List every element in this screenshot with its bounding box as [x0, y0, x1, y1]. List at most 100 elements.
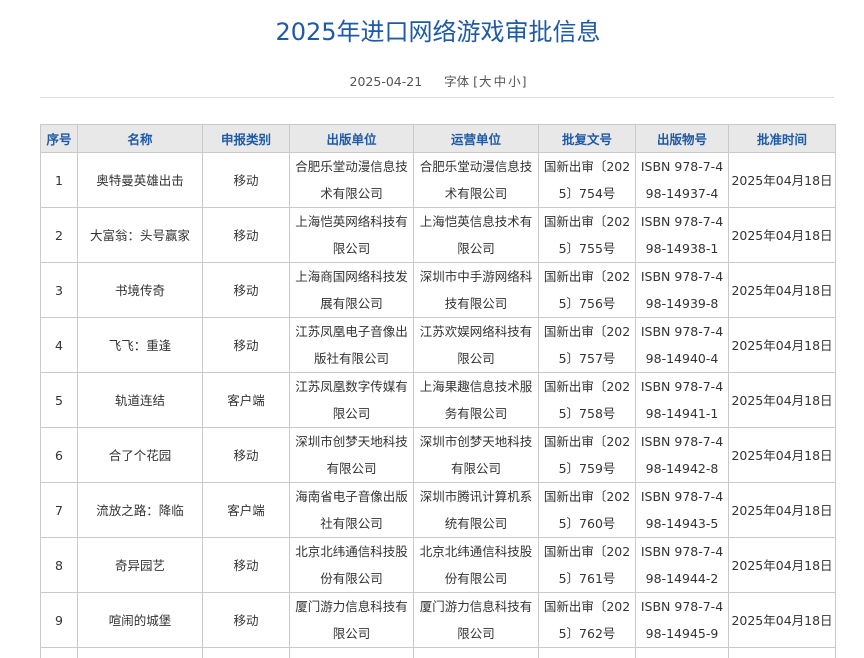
table-row: 6 合了个花园 移动 深圳市创梦天地科技有限公司 深圳市创梦天地科技有限公司 国… [40, 427, 836, 483]
cell-name: 合了个花园 [77, 427, 203, 483]
cell-name: 喧闹的城堡 [77, 592, 203, 648]
cell-approval-number: 国新出审〔2025〕754号 [538, 152, 636, 208]
cell-name: 轨道连结 [77, 372, 203, 428]
header-approval-number: 批复文号 [538, 124, 636, 153]
cell-isbn: ISBN 978-7-498-14937-4 [635, 152, 729, 208]
cell-operator: 深圳市创梦天地科技有限公司 [413, 427, 539, 483]
cell-publisher: 江苏凤凰电子音像出版社有限公司 [289, 317, 414, 373]
cell-approval-number: 国新出审〔2025〕755号 [538, 207, 636, 263]
cell-publisher: 合肥乐堂动漫信息技术有限公司 [289, 152, 414, 208]
cell-isbn: ISBN 978-7-498-14941-1 [635, 372, 729, 428]
header-isbn: 出版物号 [635, 124, 729, 153]
table-row: 4 飞飞：重逢 移动 江苏凤凰电子音像出版社有限公司 江苏欢娱网络科技有限公司 … [40, 317, 836, 373]
cell-publisher: 海南省电子音像出版社有限公司 [289, 482, 414, 538]
cell-approval-number: 国新出审〔2025〕757号 [538, 317, 636, 373]
cell-category: 移动 [202, 427, 290, 483]
cell-index: 7 [40, 482, 78, 538]
cell-approval-date: 2025年04月18日 [728, 372, 836, 428]
cell-index: 1 [40, 152, 78, 208]
cell-category: 移动 [202, 152, 290, 208]
cell-operator: 合肥乐堂动漫信息技术有限公司 [413, 152, 539, 208]
header-operator: 运营单位 [413, 124, 539, 153]
cell-publisher: 厦门游力信息科技有限公司 [289, 592, 414, 648]
cell-name: 飞飞：重逢 [77, 317, 203, 373]
cell-isbn: ISBN 978-7-498-14939-8 [635, 262, 729, 318]
cell-isbn: ISBN 978-7-498-14943-5 [635, 482, 729, 538]
cell-approval-number: 国新出审〔2025〕756号 [538, 262, 636, 318]
header-index: 序号 [40, 124, 78, 153]
cell-approval-number: 国新出审〔2025〕759号 [538, 427, 636, 483]
cell-empty [202, 647, 290, 658]
cell-empty [538, 647, 636, 658]
header-category: 申报类别 [202, 124, 290, 153]
cell-approval-date: 2025年04月18日 [728, 317, 836, 373]
cell-category: 移动 [202, 317, 290, 373]
cell-operator: 江苏欢娱网络科技有限公司 [413, 317, 539, 373]
cell-operator: 上海果趣信息技术服务有限公司 [413, 372, 539, 428]
cell-name: 奇异园艺 [77, 537, 203, 593]
cell-operator: 上海恺英信息技术有限公司 [413, 207, 539, 263]
cell-operator: 深圳市腾讯计算机系统有限公司 [413, 482, 539, 538]
table-row: 1 奥特曼英雄出击 移动 合肥乐堂动漫信息技术有限公司 合肥乐堂动漫信息技术有限… [40, 152, 836, 208]
cell-category: 客户端 [202, 482, 290, 538]
cell-isbn: ISBN 978-7-498-14940-4 [635, 317, 729, 373]
table-row: 9 喧闹的城堡 移动 厦门游力信息科技有限公司 厦门游力信息科技有限公司 国新出… [40, 592, 836, 648]
font-size-large[interactable]: 大 [478, 74, 493, 89]
header-name: 名称 [77, 124, 203, 153]
cell-name: 书境传奇 [77, 262, 203, 318]
cell-category: 移动 [202, 207, 290, 263]
cell-approval-number: 国新出审〔2025〕761号 [538, 537, 636, 593]
cell-operator: 北京北纬通信科技股份有限公司 [413, 537, 539, 593]
page: 2025年进口网络游戏审批信息 2025-04-21 字体 [大中小] 序号 名… [0, 0, 864, 658]
cell-index: 8 [40, 537, 78, 593]
cell-isbn: ISBN 978-7-498-14945-9 [635, 592, 729, 648]
cell-category: 客户端 [202, 372, 290, 428]
cell-publisher: 北京北纬通信科技股份有限公司 [289, 537, 414, 593]
cell-approval-number: 国新出审〔2025〕758号 [538, 372, 636, 428]
cell-approval-date: 2025年04月18日 [728, 592, 836, 648]
cell-isbn: ISBN 978-7-498-14938-1 [635, 207, 729, 263]
cell-operator: 厦门游力信息科技有限公司 [413, 592, 539, 648]
font-size-label: 字体 [444, 74, 470, 89]
cell-approval-date: 2025年04月18日 [728, 262, 836, 318]
cell-empty [40, 647, 78, 658]
cell-empty [289, 647, 414, 658]
cell-category: 移动 [202, 592, 290, 648]
cell-index: 3 [40, 262, 78, 318]
cell-empty [635, 647, 729, 658]
page-title: 2025年进口网络游戏审批信息 [275, 18, 601, 46]
table-row: 7 流放之路：降临 客户端 海南省电子音像出版社有限公司 深圳市腾讯计算机系统有… [40, 482, 836, 538]
table-row: 5 轨道连结 客户端 江苏凤凰数字传媒有限公司 上海果趣信息技术服务有限公司 国… [40, 372, 836, 428]
header-approval-date: 批准时间 [728, 124, 836, 153]
cell-index: 2 [40, 207, 78, 263]
cell-approval-date: 2025年04月18日 [728, 427, 836, 483]
font-size-medium[interactable]: 中 [493, 74, 508, 89]
cell-index: 6 [40, 427, 78, 483]
cell-approval-number: 国新出审〔2025〕762号 [538, 592, 636, 648]
cell-publisher: 深圳市创梦天地科技有限公司 [289, 427, 414, 483]
table-row: 8 奇异园艺 移动 北京北纬通信科技股份有限公司 北京北纬通信科技股份有限公司 … [40, 537, 836, 593]
cell-operator: 深圳市中手游网络科技有限公司 [413, 262, 539, 318]
cell-category: 移动 [202, 262, 290, 318]
cell-index: 9 [40, 592, 78, 648]
cell-approval-date: 2025年04月18日 [728, 537, 836, 593]
table-row: 2 大富翁：头号赢家 移动 上海恺英网络科技有限公司 上海恺英信息技术有限公司 … [40, 207, 836, 263]
approval-table: 序号 名称 申报类别 出版单位 运营单位 批复文号 出版物号 批准时间 1 奥特… [40, 124, 836, 658]
header-publisher: 出版单位 [289, 124, 414, 153]
table-header-row: 序号 名称 申报类别 出版单位 运营单位 批复文号 出版物号 批准时间 [40, 124, 836, 153]
cell-isbn: ISBN 978-7-498-14944-2 [635, 537, 729, 593]
cell-empty [77, 647, 203, 658]
cell-publisher: 上海恺英网络科技有限公司 [289, 207, 414, 263]
font-size-small[interactable]: 小 [507, 74, 522, 89]
cell-empty [728, 647, 836, 658]
cell-index: 5 [40, 372, 78, 428]
font-bracket-close: ] [521, 74, 527, 89]
cell-approval-date: 2025年04月18日 [728, 207, 836, 263]
cell-approval-number: 国新出审〔2025〕760号 [538, 482, 636, 538]
cell-empty [413, 647, 539, 658]
cell-index: 4 [40, 317, 78, 373]
cell-approval-date: 2025年04月18日 [728, 482, 836, 538]
cell-name: 流放之路：降临 [77, 482, 203, 538]
publish-date: 2025-04-21 [349, 74, 423, 89]
table-row-partial [40, 647, 836, 658]
